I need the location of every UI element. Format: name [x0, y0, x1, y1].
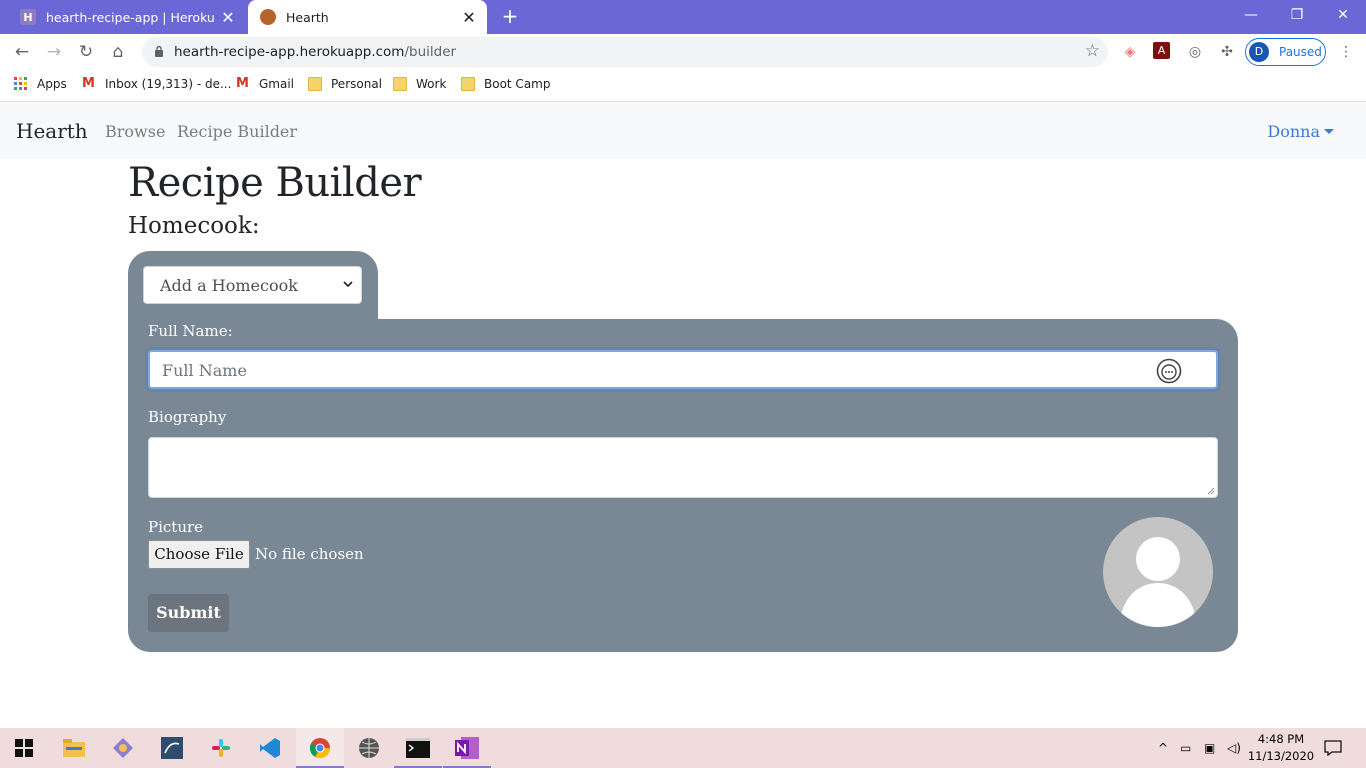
git-kraken-icon[interactable] [99, 728, 147, 768]
submit-button[interactable]: Submit [148, 594, 229, 632]
password-manager-icon[interactable] [1156, 358, 1182, 384]
terminal-icon[interactable] [394, 728, 442, 768]
restore-icon[interactable]: ❐ [1274, 0, 1320, 30]
resize-grip-icon[interactable] [1207, 487, 1215, 495]
app-navbar: Hearth Browse Recipe Builder Donna [0, 103, 1366, 159]
forward-icon[interactable]: → [42, 40, 66, 64]
folder-icon [461, 77, 475, 91]
tab-hearth[interactable]: Hearth ✕ [248, 0, 487, 34]
browser-toolbar: ← → ↻ ⌂ hearth-recipe-app.herokuapp.com/… [0, 34, 1366, 70]
user-name: Donna [1267, 122, 1320, 141]
full-name-input[interactable]: Full Name [148, 350, 1218, 389]
reload-icon[interactable]: ↻ [74, 40, 98, 64]
back-icon[interactable]: ← [10, 40, 34, 64]
file-explorer-icon[interactable] [50, 728, 98, 768]
biography-textarea[interactable] [148, 437, 1218, 498]
slack-icon[interactable] [197, 728, 245, 768]
full-name-label: Full Name: [148, 322, 233, 340]
globe-app-icon[interactable] [345, 728, 393, 768]
brand-link[interactable]: Hearth [16, 119, 88, 143]
home-icon[interactable]: ⌂ [106, 40, 130, 64]
tab-heroku[interactable]: H hearth-recipe-app | Heroku ✕ [8, 0, 246, 34]
select-value: Add a Homecook [160, 276, 298, 295]
url-path: /builder [404, 44, 457, 60]
file-status: No file chosen [255, 545, 364, 563]
bookmark-label: Inbox (19,313) - de... [105, 77, 232, 91]
clock-time: 4:48 PM [1257, 732, 1305, 746]
avatar [1103, 517, 1213, 627]
mysql-workbench-icon[interactable] [148, 728, 196, 768]
bookmark-apps[interactable]: Apps [14, 77, 67, 91]
battery-icon[interactable]: ▭ [1180, 728, 1191, 768]
tab-title: hearth-recipe-app | Heroku [46, 9, 215, 25]
windows-start-icon[interactable] [0, 728, 48, 768]
caret-down-icon [1324, 129, 1334, 134]
volume-icon[interactable]: ◁) [1227, 728, 1241, 768]
chevron-down-icon [343, 281, 353, 288]
bookmark-label: Gmail [259, 77, 295, 91]
extension-icon[interactable]: ◈ [1120, 42, 1140, 62]
address-bar[interactable]: hearth-recipe-app.herokuapp.com/builder … [142, 37, 1108, 67]
bookmark-label: Work [416, 77, 447, 91]
tray-chevron-up-icon[interactable]: ^ [1158, 728, 1168, 768]
system-clock[interactable]: 4:48 PM 11/13/2020 [1246, 731, 1316, 765]
chrome-icon[interactable] [296, 728, 344, 768]
acrobat-icon[interactable]: A [1153, 42, 1170, 59]
puzzle-icon[interactable]: ✣ [1217, 42, 1237, 62]
homecook-select[interactable]: Add a Homecook [143, 266, 362, 304]
choose-file-button[interactable]: Choose File [148, 540, 250, 569]
taskbar: ^ ▭ ▣ ◁) 4:48 PM 11/13/2020 [0, 728, 1366, 768]
bookmark-label: Apps [37, 77, 67, 91]
apps-grid-icon [14, 77, 27, 90]
nav-recipe-builder[interactable]: Recipe Builder [177, 122, 297, 141]
tab-title: Hearth [286, 9, 329, 25]
bookmark-label: Personal [331, 77, 383, 91]
heroku-icon: H [20, 9, 36, 25]
bookmark-label: Boot Camp [484, 77, 551, 91]
bookmark-personal[interactable]: Personal [308, 77, 382, 91]
minimize-icon[interactable]: — [1228, 0, 1274, 30]
hearth-favicon-icon [260, 9, 276, 25]
network-icon[interactable]: ▣ [1204, 728, 1215, 768]
url-host: hearth-recipe-app.herokuapp.com [174, 44, 405, 60]
browser-tab-strip: H hearth-recipe-app | Heroku ✕ Hearth ✕ … [0, 0, 1366, 34]
avatar: D [1249, 42, 1269, 62]
url-text: hearth-recipe-app.herokuapp.com/builder [174, 44, 456, 60]
bookmark-inbox[interactable]: M Inbox (19,313) - de... [82, 76, 232, 92]
picture-label: Picture [148, 518, 204, 536]
user-silhouette-icon [1119, 537, 1197, 627]
bookmark-star-icon[interactable]: ☆ [1085, 41, 1100, 61]
biography-label: Biography [148, 408, 227, 426]
folder-icon [393, 77, 407, 91]
gmail-icon: M [236, 76, 249, 91]
input-placeholder: Full Name [162, 361, 247, 380]
lock-icon [155, 45, 163, 57]
close-window-icon[interactable]: ✕ [1320, 0, 1366, 30]
bookmark-gmail[interactable]: M Gmail [236, 76, 295, 92]
profile-button[interactable]: D Paused [1245, 38, 1326, 66]
nav-browse[interactable]: Browse [105, 122, 165, 141]
close-tab-icon[interactable]: ✕ [457, 8, 481, 27]
profile-status: Paused [1279, 45, 1322, 59]
bookmark-boot-camp[interactable]: Boot Camp [461, 77, 550, 91]
user-dropdown[interactable]: Donna [1267, 122, 1334, 141]
vscode-icon[interactable] [246, 728, 294, 768]
clock-date: 11/13/2020 [1247, 749, 1315, 763]
folder-icon [308, 77, 322, 91]
gmail-icon: M [82, 76, 95, 91]
section-heading: Homecook: [128, 213, 260, 239]
bookmarks-bar: Apps M Inbox (19,313) - de... M Gmail Pe… [0, 70, 1366, 102]
menu-kebab-icon[interactable]: ⋮ [1336, 42, 1356, 62]
notifications-icon[interactable] [1324, 728, 1342, 768]
close-tab-icon[interactable]: ✕ [216, 8, 240, 27]
onenote-icon[interactable] [443, 728, 491, 768]
bookmark-work[interactable]: Work [393, 77, 446, 91]
page-title: Recipe Builder [128, 160, 422, 206]
new-tab-icon[interactable]: + [498, 5, 522, 29]
extension-icon[interactable]: ◎ [1185, 42, 1205, 62]
